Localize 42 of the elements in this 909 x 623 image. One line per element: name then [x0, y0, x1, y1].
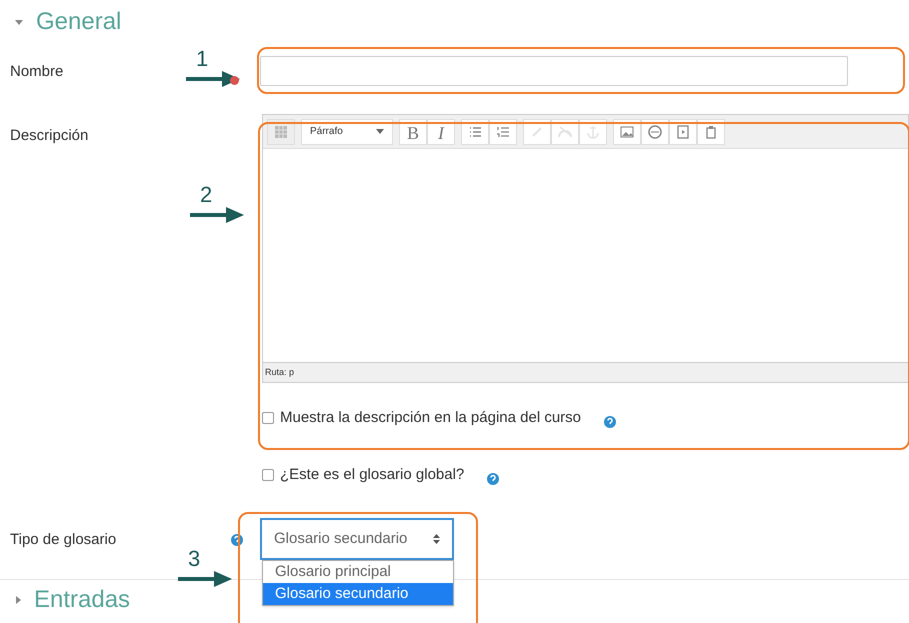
- unlink-icon: [557, 124, 573, 140]
- step-number: 2: [200, 184, 212, 206]
- step-number: 1: [196, 48, 208, 70]
- arrow-icon: [190, 206, 244, 224]
- field-label: Tipo de glosario: [10, 531, 116, 548]
- dropdown-option[interactable]: Glosario principal: [263, 561, 453, 583]
- checkbox[interactable]: [262, 412, 274, 424]
- emoticon-button[interactable]: [641, 118, 669, 144]
- section-heading[interactable]: Entradas: [34, 582, 130, 618]
- image-button[interactable]: [613, 118, 641, 144]
- clipboard-button[interactable]: [697, 118, 725, 144]
- collapse-caret-icon[interactable]: [14, 18, 24, 26]
- help-icon[interactable]: [603, 415, 618, 430]
- bold-button[interactable]: B: [399, 118, 427, 144]
- step-number: 3: [188, 548, 200, 570]
- media-icon: [675, 124, 691, 140]
- checkbox-label: ¿Este es el glosario global?: [280, 464, 464, 484]
- sort-arrows-icon: [433, 534, 440, 544]
- checkbox-label: Muestra la descripción en la página del curso: [280, 408, 582, 428]
- numbered-list-button[interactable]: [489, 118, 517, 144]
- help-icon[interactable]: [486, 472, 500, 486]
- paragraph-format-dropdown[interactable]: Párrafo: [301, 118, 393, 144]
- bullet-list-button[interactable]: [461, 118, 489, 144]
- italic-button[interactable]: I: [427, 118, 455, 144]
- media-button[interactable]: [669, 118, 697, 144]
- help-icon[interactable]: [230, 533, 244, 547]
- caret-icon: [376, 129, 384, 134]
- table-grid-button[interactable]: [267, 118, 295, 144]
- arrow-icon: [178, 570, 232, 588]
- expand-caret-icon[interactable]: [14, 595, 22, 605]
- table-grid-icon: [273, 124, 289, 140]
- section-heading[interactable]: General: [36, 4, 122, 40]
- dropdown-option[interactable]: Glosario secundario: [263, 583, 453, 605]
- checkbox[interactable]: [262, 468, 274, 481]
- glossary-type-select[interactable]: Glosario secundario: [260, 518, 454, 560]
- emoticon-icon: [647, 124, 663, 140]
- anchor-icon: [585, 124, 601, 140]
- field-label: Nombre: [10, 63, 64, 80]
- element-path: Ruta: p: [265, 366, 294, 379]
- field-label: Descripción: [10, 127, 88, 144]
- image-icon: [619, 124, 635, 140]
- name-input-field[interactable]: [260, 56, 848, 86]
